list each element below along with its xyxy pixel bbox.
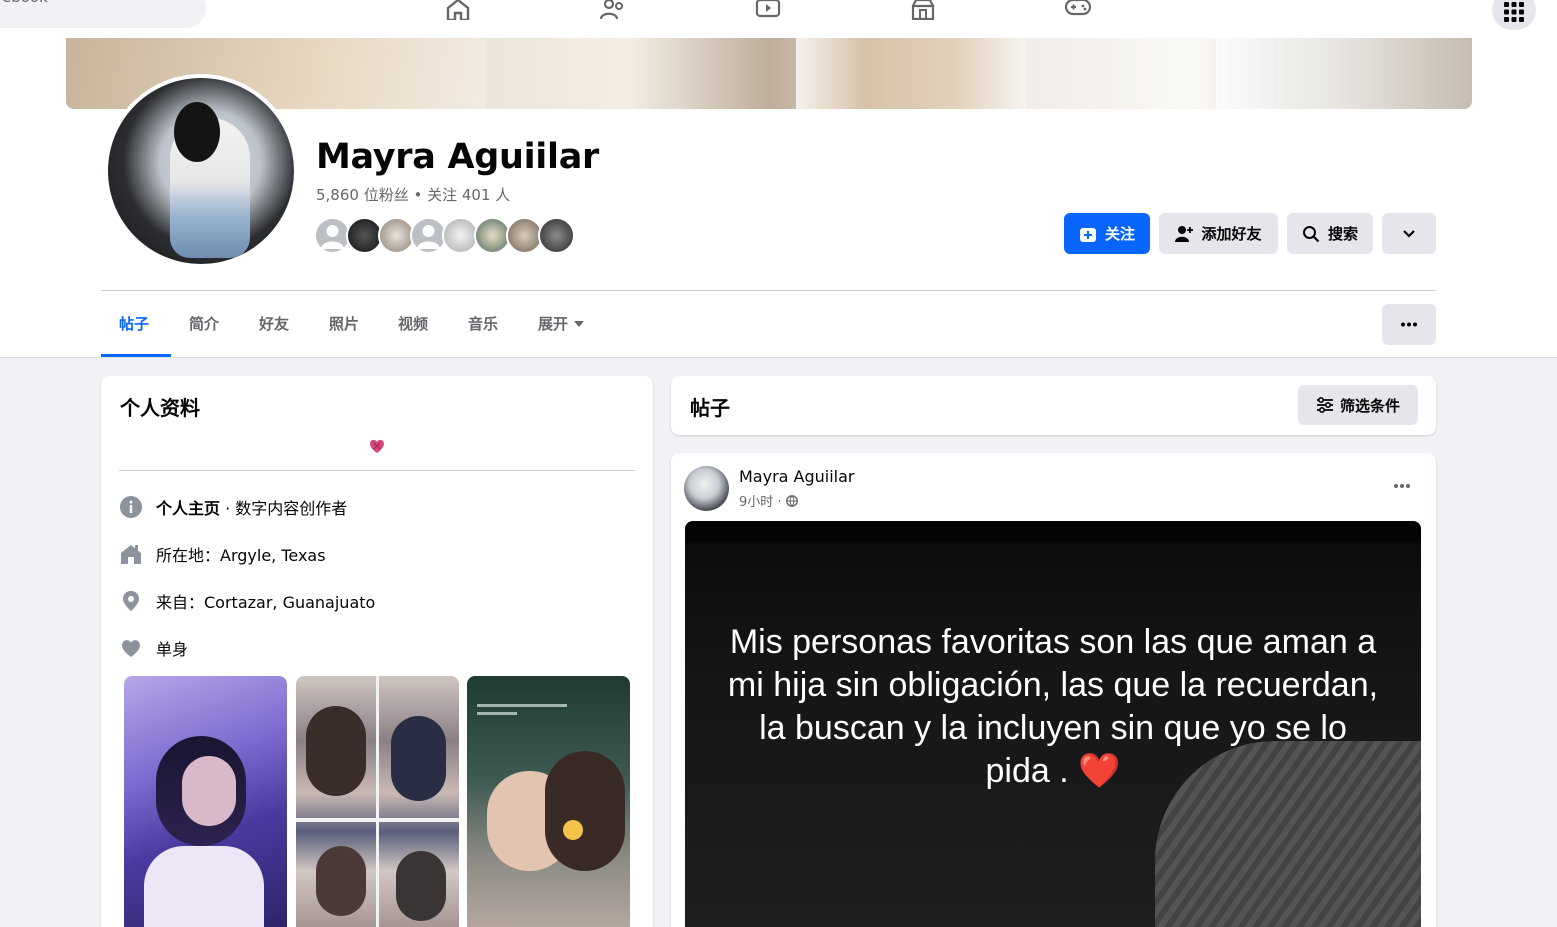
home-icon xyxy=(121,545,141,564)
intro-row-text: 单身 xyxy=(156,640,189,659)
ellipsis-icon xyxy=(1394,484,1410,488)
add-friend-icon xyxy=(1175,225,1194,242)
add-friend-label: 添加好友 xyxy=(1201,225,1262,243)
cover-photo[interactable] xyxy=(66,38,1472,109)
intro-row-text: 所在地：Argyle, Texas xyxy=(156,546,326,565)
photo-figure-shirt xyxy=(144,846,264,927)
post-options-button[interactable] xyxy=(1386,474,1418,498)
intro-row-text: 个人主页 · 数字内容创作者 xyxy=(156,495,347,519)
cover-photo-left-region xyxy=(66,38,486,109)
top-navigation-bar: ebook xyxy=(0,0,1557,38)
search-icon xyxy=(1302,225,1320,242)
featured-photo[interactable] xyxy=(467,676,630,927)
marketplace-icon[interactable] xyxy=(910,0,940,22)
photo-collage-figure xyxy=(316,846,366,916)
follow-icon xyxy=(1079,227,1096,242)
active-tab-indicator xyxy=(101,354,171,357)
intro-row-detail: · 数字内容创作者 xyxy=(220,499,348,518)
cover-photo-center-region xyxy=(796,38,1026,109)
tab-friends[interactable]: 好友 xyxy=(259,313,289,334)
profile-stats[interactable]: 5,860 位粉丝 • 关注 401 人 xyxy=(316,184,510,205)
ellipsis-icon xyxy=(1401,322,1417,327)
photo-figure-face xyxy=(182,756,236,826)
add-friend-button[interactable]: 添加好友 xyxy=(1159,213,1278,254)
post-quote-text: Mis personas favoritas son las que aman … xyxy=(727,623,1379,790)
grid-menu-icon[interactable] xyxy=(1492,0,1536,30)
info-icon xyxy=(120,496,142,518)
intro-row-lives-in: 所在地：Argyle, Texas xyxy=(120,542,326,566)
follow-button[interactable]: 关注 xyxy=(1064,213,1150,254)
tab-posts[interactable]: 帖子 xyxy=(119,313,149,334)
posts-title: 帖子 xyxy=(690,396,730,420)
photo-adult-hair xyxy=(545,751,625,871)
cover-photo-right-region xyxy=(1216,38,1472,109)
chevron-down-icon xyxy=(1403,229,1415,238)
search-input-text: ebook xyxy=(2,0,48,6)
filter-sliders-icon xyxy=(1316,397,1333,413)
featured-photo[interactable] xyxy=(124,676,287,927)
video-icon[interactable] xyxy=(755,0,785,22)
profile-avatar[interactable] xyxy=(108,78,294,264)
filter-button[interactable]: 筛选条件 xyxy=(1298,385,1418,425)
tab-about[interactable]: 简介 xyxy=(189,313,219,334)
post-meta: 9小时 · xyxy=(739,491,798,510)
gaming-icon[interactable] xyxy=(1064,0,1095,22)
search-input[interactable]: ebook xyxy=(0,0,206,28)
avatar-hair xyxy=(174,102,220,162)
featured-photo[interactable] xyxy=(296,676,459,927)
post-image-top-bar xyxy=(685,521,1421,543)
emoji-sticker-icon xyxy=(563,820,583,840)
location-pin-icon xyxy=(123,591,139,611)
intro-divider xyxy=(119,470,635,471)
caret-down-icon xyxy=(574,320,585,327)
more-options-button[interactable] xyxy=(1382,304,1436,345)
photo-collage-divider xyxy=(376,676,379,927)
profile-name: Mayra Aguiilar xyxy=(316,137,599,177)
heart-emoji-icon xyxy=(368,437,386,455)
header-divider xyxy=(101,290,1436,291)
photo-collage-figure xyxy=(306,706,366,796)
photo-caption-line xyxy=(477,712,517,715)
intro-row-bold: 个人主页 xyxy=(156,499,221,518)
mutual-friends-avatars[interactable] xyxy=(314,217,575,255)
intro-title: 个人资料 xyxy=(120,396,200,420)
search-profile-button[interactable]: 搜索 xyxy=(1287,213,1373,254)
profile-options-dropdown[interactable] xyxy=(1382,213,1436,254)
post-author-avatar[interactable] xyxy=(684,466,729,511)
post-time[interactable]: 9小时 · xyxy=(739,491,782,510)
heart-icon xyxy=(122,640,140,657)
home-icon[interactable] xyxy=(445,0,475,22)
intro-row-relationship: 单身 xyxy=(120,636,188,660)
intro-row-page-type: 个人主页 · 数字内容创作者 xyxy=(120,495,347,519)
follow-label: 关注 xyxy=(1104,225,1135,243)
tab-music[interactable]: 音乐 xyxy=(468,313,498,334)
photo-collage-figure xyxy=(396,851,446,921)
post-image[interactable]: Mis personas favoritas son las que aman … xyxy=(685,521,1421,927)
post-author-name[interactable]: Mayra Aguiilar xyxy=(739,467,855,486)
search-profile-label: 搜索 xyxy=(1327,225,1358,243)
friend-avatar[interactable] xyxy=(538,217,575,254)
tab-more[interactable]: 展开 xyxy=(538,313,585,334)
intro-row-text: 来自：Cortazar, Guanajuato xyxy=(156,593,376,612)
intro-row-from: 来自：Cortazar, Guanajuato xyxy=(120,589,375,613)
tab-photos[interactable]: 照片 xyxy=(329,313,359,334)
filter-label: 筛选条件 xyxy=(1339,396,1400,415)
globe-icon xyxy=(785,494,798,507)
tab-videos[interactable]: 视频 xyxy=(398,313,428,334)
friends-icon[interactable] xyxy=(599,0,630,22)
tab-more-label: 展开 xyxy=(538,315,569,333)
photo-collage-figure xyxy=(391,716,446,801)
photo-caption-line xyxy=(477,704,567,707)
